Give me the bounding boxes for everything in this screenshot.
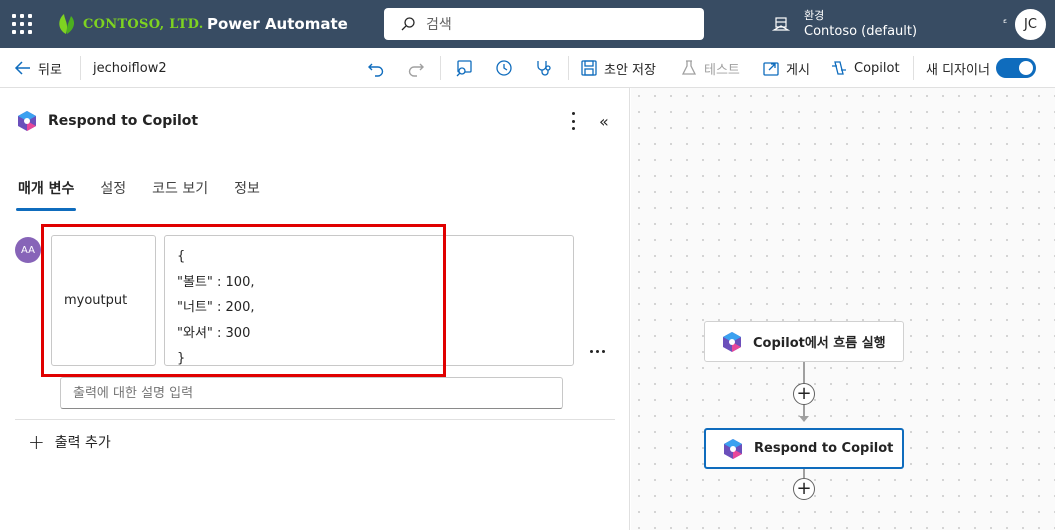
save-draft-button[interactable]: 초안 저장	[580, 48, 656, 88]
collapse-icon[interactable]: «	[599, 112, 609, 131]
tab-settings[interactable]: 설정	[100, 178, 126, 210]
tab-about[interactable]: 정보	[234, 178, 260, 210]
tab-code-view[interactable]: 코드 보기	[152, 178, 208, 210]
copilot-icon	[832, 61, 846, 75]
save-draft-label: 초안 저장	[604, 62, 656, 78]
copilot-logo-icon	[18, 111, 36, 131]
flow-checker-button[interactable]	[455, 48, 473, 88]
copilot-logo-icon	[723, 331, 741, 352]
action-properties-panel: Respond to Copilot « 매개 변수 설정 코드 보기 정보 A…	[0, 88, 630, 530]
insert-step-button[interactable]: +	[793, 383, 815, 405]
copilot-button[interactable]: Copilot	[830, 48, 900, 88]
more-horizontal-icon[interactable]	[590, 350, 605, 353]
flow-name-label: jechoiflow2	[93, 60, 167, 76]
flow-checker-icon	[456, 60, 472, 77]
panel-header: Respond to Copilot	[16, 110, 198, 132]
search-placeholder: 검색	[426, 17, 452, 33]
redo-button[interactable]	[407, 48, 425, 88]
user-avatar[interactable]: JC	[1015, 9, 1046, 40]
output-type-badge: AA	[15, 237, 41, 263]
node-label: Respond to Copilot	[754, 441, 894, 456]
company-name: CONTOSO, LTD.	[83, 16, 204, 32]
tab-parameters[interactable]: 매개 변수	[15, 178, 77, 211]
redo-icon	[408, 63, 424, 77]
top-header: CONTOSO, LTD. Power Automate 검색 환경 Conto…	[0, 0, 1055, 48]
plus-icon: +	[28, 430, 45, 454]
trigger-node[interactable]: Copilot에서 흐름 실행	[704, 321, 904, 362]
divider	[15, 419, 615, 420]
highlight-box	[41, 224, 446, 377]
publish-button[interactable]: 게시	[762, 48, 810, 88]
undo-icon	[368, 63, 384, 77]
leaf-logo-icon	[59, 14, 75, 34]
respond-node[interactable]: Respond to Copilot	[704, 428, 904, 469]
back-label: 뒤로	[38, 62, 62, 78]
publish-icon	[763, 62, 779, 76]
add-output-label: 출력 추가	[54, 435, 111, 451]
environment-picker[interactable]: 환경 Contoso (default)	[772, 4, 917, 44]
more-vertical-icon[interactable]	[566, 112, 580, 130]
panel-tabs: 매개 변수 설정 코드 보기 정보	[15, 178, 286, 211]
flow-name[interactable]: jechoiflow2	[93, 48, 167, 88]
new-designer-toggle[interactable]: 새 디자이너	[926, 48, 1036, 88]
add-output-button[interactable]: + 출력 추가	[28, 432, 111, 452]
arrow-head	[799, 416, 809, 422]
stethoscope-icon	[537, 61, 551, 76]
search-box[interactable]: 검색	[384, 8, 704, 40]
toggle-switch[interactable]	[995, 58, 1036, 78]
publish-label: 게시	[786, 62, 810, 78]
test-button[interactable]: 테스트	[680, 48, 740, 88]
add-step-button[interactable]: +	[793, 478, 815, 500]
history-icon	[496, 60, 512, 76]
back-button[interactable]: 뒤로	[14, 48, 62, 88]
app-name[interactable]: Power Automate	[207, 15, 348, 33]
search-icon	[401, 17, 415, 31]
waffle-icon[interactable]	[12, 14, 32, 34]
output-description-input[interactable]	[60, 377, 563, 409]
node-label: Copilot에서 흐름 실행	[753, 336, 886, 351]
back-arrow-icon	[14, 61, 30, 75]
test-label: 테스트	[704, 62, 740, 78]
environment-label: 환경	[804, 9, 825, 22]
environment-name: Contoso (default)	[804, 24, 918, 39]
copilot-label: Copilot	[854, 60, 900, 76]
environment-icon	[772, 17, 790, 31]
undo-button[interactable]	[367, 48, 385, 88]
flask-icon	[681, 60, 697, 75]
company-logo: CONTOSO, LTD.	[55, 12, 204, 36]
panel-title: Respond to Copilot	[48, 113, 199, 129]
save-icon	[581, 60, 597, 76]
command-bar: 뒤로 jechoiflow2 초안 저장 테스트 게시 Copilot 새 디자…	[0, 48, 1055, 88]
flow-canvas[interactable]: Copilot에서 흐름 실행 + Respond to Copilot +	[631, 88, 1055, 530]
connector-line	[803, 469, 805, 478]
new-designer-label: 새 디자이너	[926, 62, 990, 78]
copilot-logo-icon	[724, 438, 742, 459]
diagnostics-button[interactable]	[535, 48, 553, 88]
history-button[interactable]	[495, 48, 513, 88]
settings-icon[interactable]: ᵋ	[1003, 16, 1007, 30]
